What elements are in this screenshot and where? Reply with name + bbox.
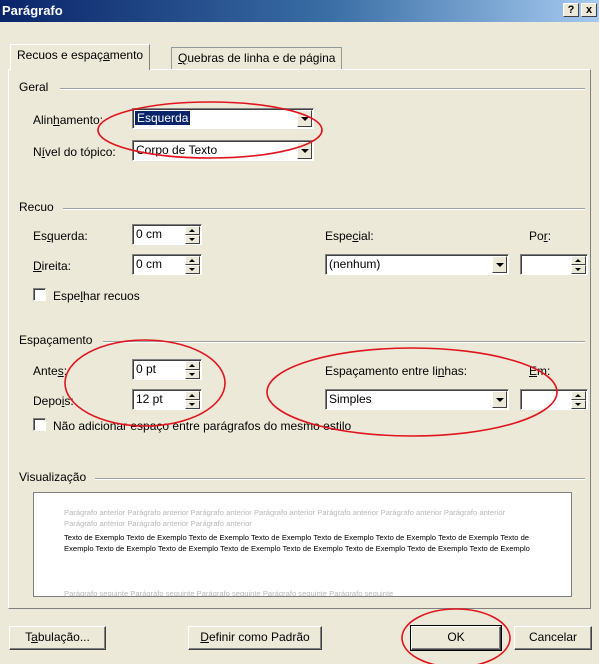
tab-label-part: uebras de linha e de página bbox=[187, 51, 336, 65]
spin-down-icon[interactable] bbox=[571, 265, 586, 274]
help-button[interactable]: ? bbox=[563, 3, 579, 17]
no-space-same-style-checkbox[interactable] bbox=[33, 418, 46, 431]
preview-sample-text: Texto de Exemplo Texto de Exemplo Texto … bbox=[64, 533, 530, 553]
title-bar[interactable]: Parágrafo ? x bbox=[0, 0, 599, 22]
chevron-down-icon[interactable] bbox=[297, 110, 312, 127]
indent-right-spinner[interactable]: 0 cm bbox=[132, 254, 202, 275]
chevron-down-icon[interactable] bbox=[297, 142, 312, 159]
line-spacing-select[interactable]: Simples bbox=[325, 389, 509, 410]
space-before-spinner[interactable]: 0 pt bbox=[132, 359, 202, 380]
spin-up-icon[interactable] bbox=[185, 391, 200, 400]
cancel-button[interactable]: Cancelar bbox=[514, 626, 592, 650]
tab-label-accesskey: a bbox=[103, 48, 110, 62]
close-button[interactable]: x bbox=[581, 3, 597, 17]
alignment-select[interactable]: Esquerda bbox=[132, 108, 314, 129]
group-divider bbox=[95, 478, 585, 480]
by-spinner[interactable] bbox=[520, 254, 588, 275]
spin-down-icon[interactable] bbox=[185, 265, 200, 274]
spin-up-icon[interactable] bbox=[185, 361, 200, 370]
by-label: Por: bbox=[529, 229, 552, 243]
spin-down-icon[interactable] bbox=[185, 400, 200, 409]
indent-right-label: Direita: bbox=[33, 259, 72, 273]
tab-indents-spacing[interactable]: Recuos e espaçamento bbox=[10, 44, 151, 70]
indent-left-spinner[interactable]: 0 cm bbox=[132, 224, 202, 245]
outline-level-value: Corpo de Texto bbox=[136, 143, 218, 157]
group-divider bbox=[60, 88, 585, 90]
space-after-spinner[interactable]: 12 pt bbox=[132, 389, 202, 410]
ok-button[interactable]: OK bbox=[410, 625, 502, 651]
mirror-indents-label[interactable]: Espelhar recuos bbox=[53, 289, 140, 303]
preview-next-paragraph: Parágrafo seguinte Parágrafo seguinte Pa… bbox=[64, 589, 394, 597]
window-title: Parágrafo bbox=[2, 3, 63, 18]
spin-up-icon[interactable] bbox=[571, 256, 586, 265]
spin-down-icon[interactable] bbox=[185, 370, 200, 379]
preview-previous-paragraph: Parágrafo anterior Parágrafo anterior Pa… bbox=[64, 508, 506, 528]
tab-label-part: mento bbox=[109, 48, 144, 62]
space-before-value: 0 pt bbox=[136, 362, 157, 376]
indent-right-value: 0 cm bbox=[136, 257, 163, 271]
space-before-label: Antes: bbox=[33, 364, 68, 378]
special-value: (nenhum) bbox=[329, 257, 381, 271]
chevron-down-icon[interactable] bbox=[492, 256, 507, 273]
at-label: Em: bbox=[529, 364, 551, 378]
spin-up-icon[interactable] bbox=[571, 391, 586, 400]
line-spacing-label: Espaçamento entre linhas: bbox=[325, 364, 468, 378]
line-spacing-value: Simples bbox=[329, 392, 372, 406]
group-divider bbox=[103, 341, 585, 343]
outline-level-select[interactable]: Corpo de Texto bbox=[132, 140, 314, 161]
mirror-indents-checkbox[interactable] bbox=[33, 288, 46, 301]
paragraph-preview: Parágrafo anterior Parágrafo anterior Pa… bbox=[33, 492, 572, 597]
group-title-spacing: Espaçamento bbox=[19, 333, 97, 347]
group-title-general: Geral bbox=[19, 80, 53, 94]
no-space-same-style-label[interactable]: Não adicionar espaço entre parágrafos do… bbox=[53, 419, 351, 433]
group-title-indent: Recuo bbox=[19, 200, 58, 214]
space-after-label: Depois: bbox=[33, 394, 74, 408]
set-default-button[interactable]: Definir como Padrão bbox=[188, 626, 322, 650]
tab-label-accesskey: Q bbox=[178, 51, 188, 65]
indent-left-value: 0 cm bbox=[136, 227, 163, 241]
spin-down-icon[interactable] bbox=[185, 235, 200, 244]
spin-down-icon[interactable] bbox=[571, 400, 586, 409]
spin-up-icon[interactable] bbox=[185, 256, 200, 265]
tabs-button[interactable]: Tabulação... bbox=[9, 626, 106, 650]
outline-level-label: Nível do tópico: bbox=[33, 145, 116, 159]
tab-line-page-breaks[interactable]: Quebras de linha e de página bbox=[171, 47, 343, 70]
indent-left-label: Esquerda: bbox=[33, 229, 88, 243]
spin-up-icon[interactable] bbox=[185, 226, 200, 235]
space-after-value: 12 pt bbox=[136, 392, 163, 406]
special-label: Especial: bbox=[325, 229, 374, 243]
alignment-label: Alinhamento: bbox=[33, 113, 104, 127]
tab-label-part: Recuos e espaç bbox=[17, 48, 104, 62]
at-spinner[interactable] bbox=[520, 389, 588, 410]
special-select[interactable]: (nenhum) bbox=[325, 254, 509, 275]
group-title-preview: Visualização bbox=[19, 470, 91, 484]
group-divider bbox=[63, 208, 585, 210]
alignment-value: Esquerda bbox=[135, 111, 191, 125]
chevron-down-icon[interactable] bbox=[492, 391, 507, 408]
